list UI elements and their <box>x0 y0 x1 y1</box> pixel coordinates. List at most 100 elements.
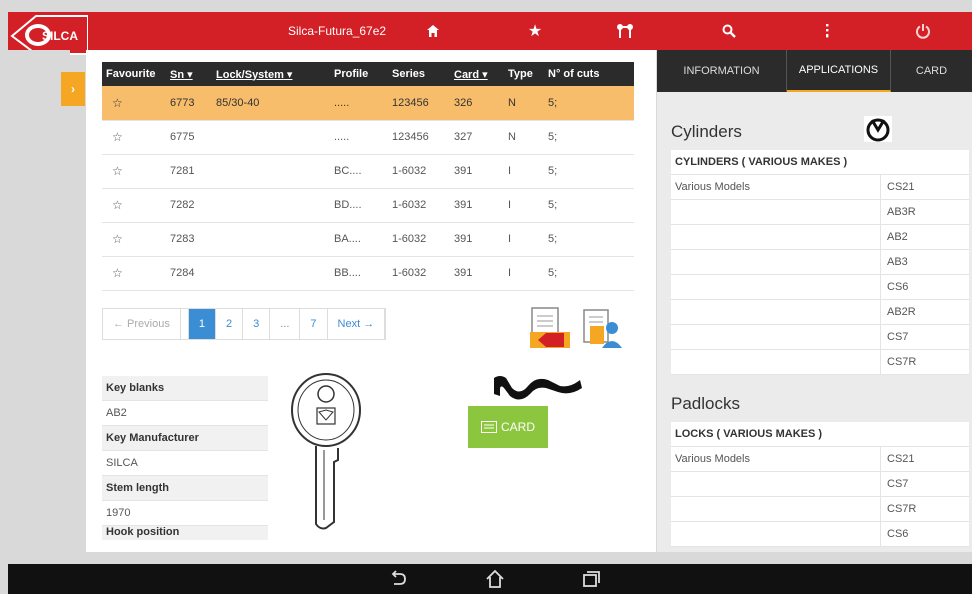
cell-type: I <box>504 154 544 189</box>
table-row[interactable]: ☆ 6773 85/30-40..... 123456 326 N 5; <box>102 86 634 121</box>
cell-series: 123456 <box>388 120 450 155</box>
key-profile-image <box>494 376 582 400</box>
padlocks-table: LOCKS ( VARIOUS MAKES ) Various Models CS… <box>671 422 969 547</box>
col-sn[interactable]: Sn ▾ <box>166 62 212 86</box>
list-item[interactable]: CS6 <box>671 522 969 547</box>
table-row[interactable]: ☆ 7283 BA.... 1-6032 391 I 5; <box>102 222 634 257</box>
system-nav-bar <box>8 564 972 594</box>
favourite-star-icon[interactable]: ☆ <box>102 86 166 121</box>
model-cell <box>671 522 881 546</box>
property-label: Key Manufacturer <box>102 426 268 451</box>
expand-panel-button[interactable]: › <box>61 72 85 106</box>
code-cell: AB3R <box>881 200 969 224</box>
code-cell: AB3 <box>881 250 969 274</box>
page-2-button[interactable]: 2 <box>215 309 244 339</box>
cell-cuts: 5; <box>544 120 634 155</box>
cell-profile: ..... <box>330 86 388 121</box>
code-cell: CS21 <box>881 447 969 471</box>
col-type[interactable]: Type <box>504 62 544 86</box>
list-item[interactable]: CS6 <box>671 275 969 300</box>
table-row[interactable]: ☆ 6775..... 123456 327 N 5; <box>102 120 634 155</box>
list-item[interactable]: Various Models CS21 <box>671 447 969 472</box>
cell-sn: 7284 <box>166 256 212 291</box>
back-icon[interactable] <box>388 568 410 590</box>
manufacturer-logo-icon <box>864 116 892 142</box>
table-row[interactable]: ☆ 7281 BC.... 1-6032 391 I 5; <box>102 154 634 189</box>
cell-type: N <box>504 86 544 121</box>
property-value: 1970 <box>102 501 268 526</box>
code-cell: CS6 <box>881 522 969 546</box>
favourite-star-icon[interactable]: ☆ <box>102 222 166 257</box>
key-properties: Key blanks AB2 Key Manufacturer SILCA St… <box>102 376 268 540</box>
list-item[interactable]: Various Models CS21 <box>671 175 969 200</box>
table-row[interactable]: ☆ 7282 BD.... 1-6032 391 I 5; <box>102 188 634 223</box>
cell-series: 123456 <box>388 86 450 121</box>
page-3-button[interactable]: 3 <box>243 309 271 339</box>
list-item[interactable]: AB3 <box>671 250 969 275</box>
cell-type: N <box>504 120 544 155</box>
cell-profile: BD.... <box>330 188 388 223</box>
list-item[interactable]: AB3R <box>671 200 969 225</box>
list-item[interactable]: AB2R <box>671 300 969 325</box>
tab-card[interactable]: CARD <box>891 50 972 92</box>
cell-lock <box>212 188 330 223</box>
recents-icon[interactable] <box>580 568 602 590</box>
main-panel: Favourite Sn ▾ Lock/System ▾ Profile Ser… <box>86 50 656 552</box>
model-cell <box>671 200 881 224</box>
property-value: AB2 <box>102 401 268 426</box>
cell-sn: 7282 <box>166 188 212 223</box>
page-1-button[interactable]: 1 <box>188 309 216 339</box>
col-lock-system[interactable]: Lock/System ▾ <box>212 62 330 86</box>
tab-applications[interactable]: APPLICATIONS <box>787 50 891 92</box>
cell-series: 1-6032 <box>388 188 450 223</box>
more-vert-icon[interactable] <box>816 20 838 42</box>
favourite-star-icon[interactable]: ☆ <box>102 154 166 189</box>
col-profile[interactable]: Profile <box>330 62 388 86</box>
code-cell: CS6 <box>881 275 969 299</box>
code-cell: CS7R <box>881 350 969 374</box>
key-blank-image <box>291 373 361 530</box>
power-icon[interactable] <box>912 20 934 42</box>
previous-page-button[interactable]: ← Previous <box>103 309 181 339</box>
list-item[interactable]: CS7R <box>671 497 969 522</box>
star-icon[interactable]: ★ <box>524 20 546 42</box>
model-cell <box>671 472 881 496</box>
cell-card: 391 <box>450 188 504 223</box>
code-cell: AB2 <box>881 225 969 249</box>
favourite-star-icon[interactable]: ☆ <box>102 188 166 223</box>
model-cell: Various Models <box>671 447 881 471</box>
col-series[interactable]: Series <box>388 62 450 86</box>
next-page-button[interactable]: Next → <box>327 309 386 339</box>
key-card-document-icon[interactable] <box>528 306 572 350</box>
model-cell: Various Models <box>671 175 881 199</box>
page-7-button[interactable]: 7 <box>300 309 328 339</box>
col-cuts[interactable]: N° of cuts <box>544 62 634 86</box>
cell-lock <box>212 256 330 291</box>
home-icon[interactable] <box>422 20 444 42</box>
model-cell <box>671 325 881 349</box>
list-item[interactable]: AB2 <box>671 225 969 250</box>
model-cell <box>671 497 881 521</box>
card-button-label: CARD <box>500 420 535 434</box>
card-button[interactable]: CARD <box>468 406 548 448</box>
col-favourite[interactable]: Favourite <box>102 62 166 86</box>
customer-document-icon[interactable] <box>580 306 624 350</box>
cell-series: 1-6032 <box>388 154 450 189</box>
search-icon[interactable] <box>718 20 740 42</box>
home-outline-icon[interactable] <box>484 568 506 590</box>
cell-card: 327 <box>450 120 504 155</box>
cylinders-table: CYLINDERS ( VARIOUS MAKES ) Various Mode… <box>671 150 969 375</box>
list-item[interactable]: CS7R <box>671 350 969 375</box>
table-row[interactable]: ☆ 7284 BB.... 1-6032 391 I 5; <box>102 256 634 291</box>
cell-card: 326 <box>450 86 504 121</box>
cell-profile: ..... <box>330 120 388 155</box>
favourite-star-icon[interactable]: ☆ <box>102 120 166 155</box>
list-item[interactable]: CS7 <box>671 472 969 497</box>
code-cell: AB2R <box>881 300 969 324</box>
list-item[interactable]: CS7 <box>671 325 969 350</box>
key-pair-icon[interactable] <box>614 20 636 42</box>
col-card[interactable]: Card ▾ <box>450 62 504 86</box>
favourite-star-icon[interactable]: ☆ <box>102 256 166 291</box>
tab-information[interactable]: INFORMATION <box>657 50 787 92</box>
left-strip <box>8 50 70 552</box>
